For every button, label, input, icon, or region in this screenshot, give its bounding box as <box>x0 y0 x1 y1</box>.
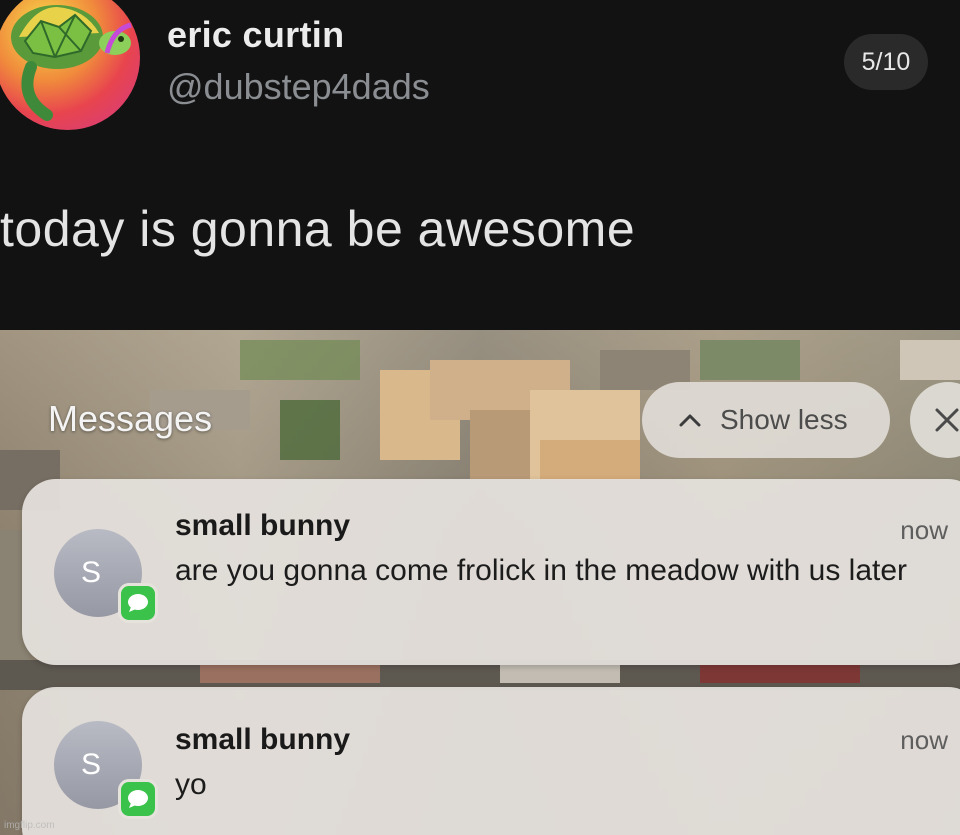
notification-sender: small bunny <box>175 509 351 542</box>
phone-screenshot: Messages Show less S small bunny now are… <box>0 330 960 835</box>
watermark: imgflip.com <box>4 820 55 831</box>
notification-card[interactable]: S small bunny now are you gonna come fro… <box>22 479 960 665</box>
tweet: eric curtin @dubstep4dads 5/10 today is … <box>0 0 960 330</box>
notification-time: now <box>900 725 948 755</box>
author-name[interactable]: eric curtin <box>167 14 344 56</box>
author-avatar[interactable] <box>0 0 140 130</box>
notification-time: now <box>900 515 948 545</box>
notification-sender: small bunny <box>175 723 351 756</box>
turtle-icon <box>11 5 132 121</box>
notification-group-title: Messages <box>48 398 213 439</box>
chevron-up-icon <box>679 414 701 427</box>
notification-body: are you gonna come frolick in the meadow… <box>175 554 908 587</box>
messages-app-icon <box>118 583 158 623</box>
close-icon <box>935 408 959 432</box>
show-less-label: Show less <box>720 404 848 435</box>
show-less-button[interactable]: Show less <box>642 382 890 458</box>
notification-card[interactable]: S small bunny now yo <box>22 687 960 835</box>
notification-body: yo <box>175 768 207 801</box>
messages-app-icon <box>118 779 158 819</box>
image-counter-badge: 5/10 <box>844 34 928 90</box>
tweet-text: today is gonna be awesome <box>0 201 636 257</box>
author-handle[interactable]: @dubstep4dads <box>167 66 430 108</box>
